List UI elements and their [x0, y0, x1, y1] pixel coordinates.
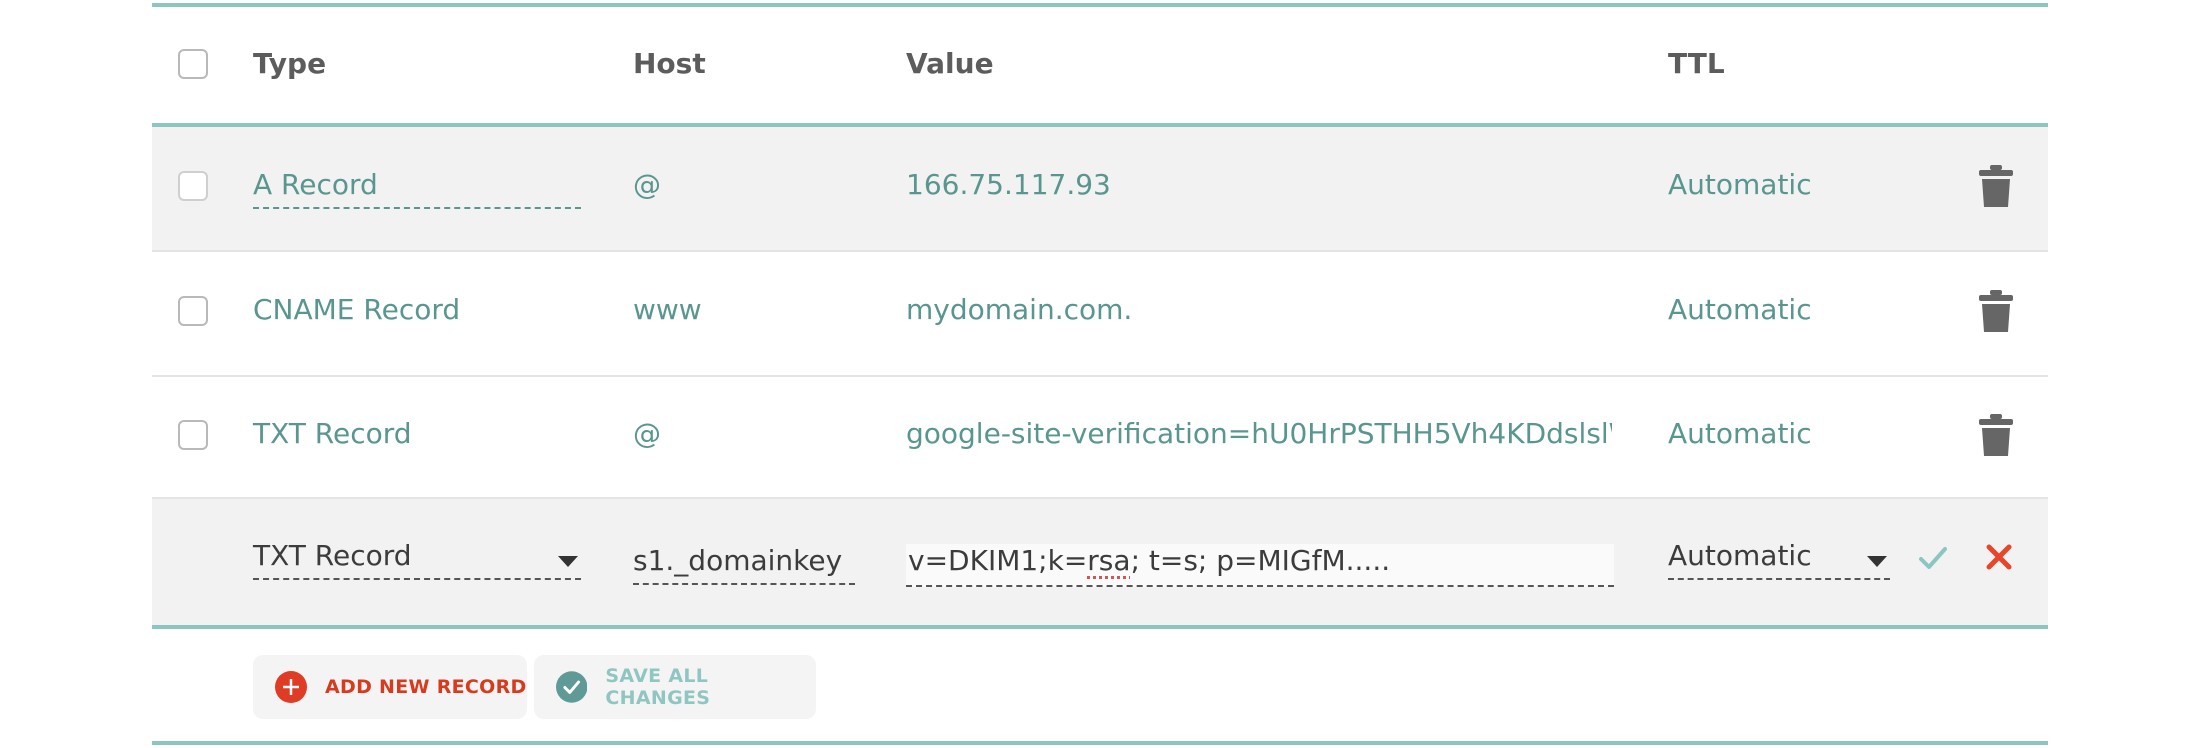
record-value[interactable]: mydomain.com.: [906, 293, 1132, 326]
record-host[interactable]: @: [633, 417, 661, 450]
column-header-ttl: TTL: [1668, 47, 1725, 80]
row-checkbox[interactable]: [178, 171, 208, 201]
add-new-record-label: ADD NEW RECORD: [325, 676, 527, 698]
save-all-changes-label: SAVE ALL CHANGES: [605, 665, 711, 709]
record-ttl[interactable]: Automatic: [1668, 417, 1812, 450]
ttl-select[interactable]: Automatic: [1668, 539, 1890, 580]
record-ttl[interactable]: Automatic: [1668, 168, 1812, 201]
trash-icon[interactable]: [1979, 414, 2013, 456]
row-checkbox[interactable]: [178, 296, 208, 326]
trash-icon[interactable]: [1979, 165, 2013, 207]
add-new-record-button[interactable]: ADD NEW RECORD: [253, 655, 527, 719]
table-row: A Record @ 166.75.117.93 Automatic: [152, 127, 2048, 252]
value-input-text-start: v=DKIM1;k=: [908, 544, 1088, 577]
record-type-link[interactable]: TXT Record: [253, 417, 412, 450]
record-value[interactable]: google-site-verification=hU0HrPSTHH5Vh4K…: [906, 417, 1612, 450]
edit-record-row: TXT Record s1._domainkey v=DKIM1;k=rsa; …: [152, 499, 2048, 625]
record-type-select[interactable]: TXT Record: [253, 539, 581, 580]
record-type-select-value: TXT Record: [253, 539, 412, 572]
table-row: TXT Record @ google-site-verification=hU…: [152, 377, 2048, 499]
record-ttl[interactable]: Automatic: [1668, 293, 1812, 326]
trash-icon[interactable]: [1979, 290, 2013, 332]
record-type-link[interactable]: CNAME Record: [253, 293, 460, 326]
table-row: CNAME Record www mydomain.com. Automatic: [152, 252, 2048, 377]
column-header-value: Value: [906, 47, 994, 80]
column-header-type: Type: [253, 47, 327, 80]
save-all-changes-button[interactable]: SAVE ALL CHANGES: [534, 655, 816, 719]
confirm-check-icon[interactable]: [1919, 546, 1947, 570]
record-type-link[interactable]: A Record: [253, 168, 581, 209]
value-input[interactable]: v=DKIM1;k=rsa; t=s; p=MIGfM.....: [906, 544, 1614, 587]
add-circle-icon: [275, 671, 307, 703]
table-bottom-border: [152, 741, 2048, 745]
record-host[interactable]: @: [633, 168, 661, 201]
spellcheck-word: rsa: [1087, 544, 1131, 577]
record-value[interactable]: 166.75.117.93: [906, 168, 1111, 201]
host-input[interactable]: s1._domainkey: [633, 544, 855, 585]
row-checkbox[interactable]: [178, 420, 208, 450]
ttl-select-value: Automatic: [1668, 539, 1812, 572]
value-input-text-end: ; t=s; p=MIGfM.....: [1130, 544, 1391, 577]
column-header-host: Host: [633, 47, 706, 80]
check-circle-icon: [556, 671, 588, 703]
select-all-checkbox[interactable]: [178, 49, 208, 79]
cancel-close-icon[interactable]: [1986, 544, 2012, 570]
record-host[interactable]: www: [633, 293, 702, 326]
chevron-down-icon[interactable]: [558, 556, 578, 567]
chevron-down-icon[interactable]: [1867, 556, 1887, 567]
table-header: Type Host Value TTL: [152, 7, 2048, 123]
table-actions: ADD NEW RECORD SAVE ALL CHANGES: [152, 629, 2048, 741]
